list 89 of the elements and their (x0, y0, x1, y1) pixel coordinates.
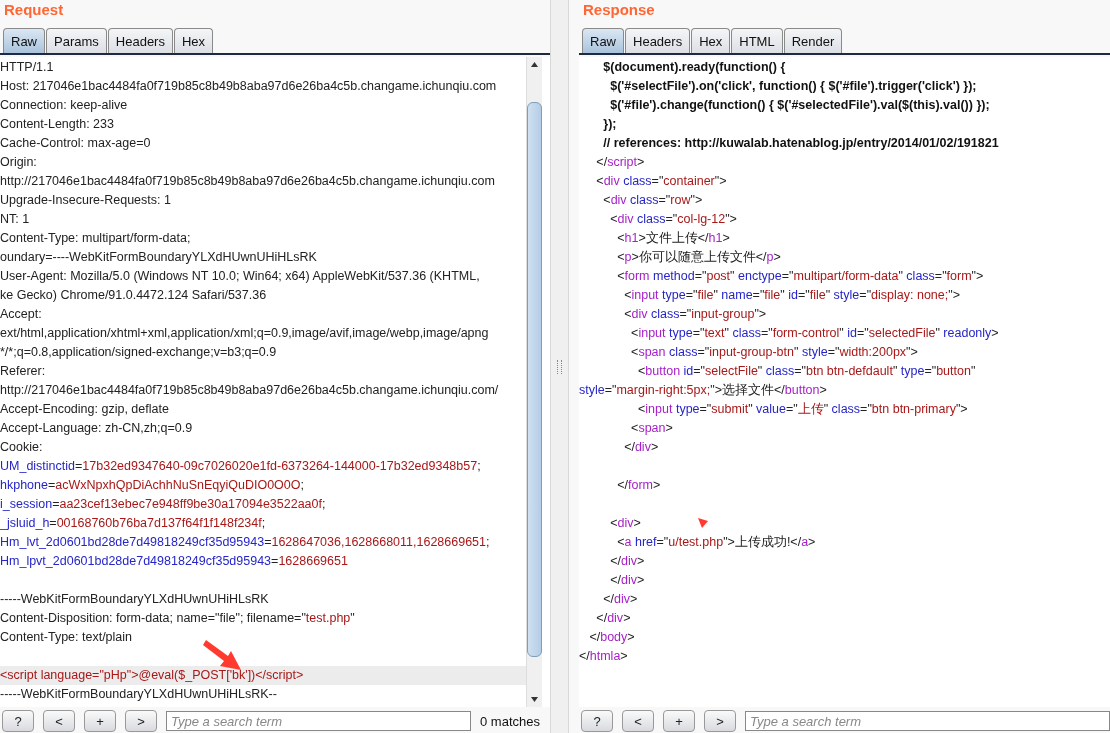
code-line: <span class="input-group-btn" style="width:200px"> (630, 344, 918, 361)
code-line: <span> (630, 420, 673, 437)
code-line: <div class="row"> (602, 192, 703, 209)
code-line: </htmla> (579, 648, 628, 665)
tab[interactable]: Headers (625, 28, 691, 53)
code-line: </div> (602, 591, 638, 608)
code-line: Connection: keep-alive (0, 97, 129, 114)
code-line: <div> (609, 515, 641, 532)
tab[interactable]: Params (46, 28, 107, 53)
search-nav-button[interactable]: ? (2, 710, 34, 732)
code-line: Accept-Encoding: gzip, deflate (0, 401, 170, 418)
code-line: <p>你可以随意上传文件</p> (616, 249, 781, 266)
code-line: NT: 1 (0, 211, 31, 228)
tab[interactable]: Headers (107, 28, 173, 53)
code-line: }); (602, 116, 617, 133)
code-line: Accept-Language: zh-CN,zh;q=0.9 (0, 420, 194, 437)
code-line: HTTP/1.1 (0, 59, 55, 76)
code-line: <button id="selectFile" class="btn btn-defdault" type="button" (637, 363, 976, 380)
code-line: User-Agent: Mozilla/5.0 (Windows NT 10.0; Win64; x64) AppleWebKit/537.36 (KHTML, (0, 268, 481, 285)
code-line: <div class="col-lg-12"> (609, 211, 737, 228)
search-field[interactable]: Type a search term (745, 711, 1110, 731)
panel-title: Request (3, 0, 65, 20)
code-line: <input type="submit" value="上传" class="btn btn-primary"> (637, 401, 968, 418)
code-line: </form> (616, 477, 661, 494)
code-line: -----WebKitFormBoundaryYLXdHUwnUHiHLsRK-- (0, 686, 278, 703)
code-line: Cookie: (0, 439, 44, 456)
code-line: ke Gecko) Chrome/91.0.4472.124 Safari/537.36 (0, 287, 268, 304)
annotation-arrow (698, 518, 708, 528)
tab[interactable]: Raw (3, 28, 45, 53)
code-line: i_session=aa23cef13ebec7e948ff9be30a17094e3522aa0f; (0, 496, 327, 513)
code-line: $(document).ready(function() { (602, 59, 786, 76)
code-line: _jsluid_h=00168760b76ba7d137f64f1f148f234f; (0, 515, 267, 532)
code-line: -----WebKitFormBoundaryYLXdHUwnUHiHLsRK (0, 591, 270, 608)
search-field[interactable]: Type a search term (166, 711, 471, 731)
search-nav-button[interactable]: + (663, 710, 695, 732)
code-line: </div> (595, 610, 631, 627)
tab[interactable]: Hex (173, 28, 214, 53)
code-line: </script> (595, 154, 645, 171)
code-line: $('#selectFile').on('click', function() { $('#file').trigger('click') }); (609, 78, 977, 95)
search-nav-button[interactable]: + (84, 710, 116, 732)
tab[interactable]: Render (783, 28, 843, 53)
code-line: $('#file').change(function() { $('#selectedFile').val($(this).val()) }); (609, 97, 990, 114)
code-line: style="margin-right:5px;">选择文件</button> (579, 382, 827, 399)
code-line: <h1>文件上传</h1> (616, 230, 730, 247)
match-count: 0 matches (480, 713, 540, 729)
code-line: http://217046e1bac4484fa0f719b85c8b49b8aba97d6e26ba4c5b.changame.ichunqiu.com (0, 173, 496, 190)
code-line: Referer: (0, 363, 47, 380)
code-line: Hm_lpvt_2d0601bd28de7d49818249cf35d95943=1628669651 (0, 553, 349, 570)
code-line: <input type="file" name="file" id="file" style="display: none;"> (623, 287, 960, 304)
search-nav-button[interactable]: > (704, 710, 736, 732)
search-nav-button[interactable]: > (125, 710, 157, 732)
code-line: </body> (588, 629, 635, 646)
code-line: hkphone=acWxNpxhQpDiAchhNuSnEqyiQuDIO0O0O; (0, 477, 305, 494)
code-line: <input type="text" class="form-control" id="selectedFile" readonly> (630, 325, 999, 342)
panel-title: Response (582, 0, 656, 20)
code-line: Host: 217046e1bac4484fa0f719b85c8b49b8aba97d6e26ba4c5b.changame.ichunqiu.com (0, 78, 498, 95)
code-line: </div> (609, 572, 645, 589)
code-line: </div> (623, 439, 659, 456)
tab[interactable]: HTML (731, 28, 783, 53)
code-line: // references: http://kuwalab.hatenablog.jp/entry/2014/01/02/191821 (602, 135, 999, 152)
code-line: <div class="input-group"> (623, 306, 767, 323)
annotation-arrow (203, 640, 241, 670)
text-editor[interactable] (579, 57, 1110, 707)
code-line: ext/html,application/xhtml+xml,application/xml;q=0.9,image/avif,image/webp,image/apng (0, 325, 490, 342)
code-line: Content-Type: text/plain (0, 629, 134, 646)
splitter-handle[interactable] (557, 359, 562, 374)
code-line: Origin: (0, 154, 38, 171)
code-line: Content-Length: 233 (0, 116, 115, 133)
code-line: Content-Type: multipart/form-data; (0, 230, 192, 247)
code-line: http://217046e1bac4484fa0f719b85c8b49b8aba97d6e26ba4c5b.changame.ichunqiu.com/ (0, 382, 500, 399)
code-line: Content-Disposition: form-data; name="file"; filename="test.php" (0, 610, 356, 627)
search-nav-button[interactable]: < (622, 710, 654, 732)
code-line: <div class="container"> (595, 173, 727, 190)
search-nav-button[interactable]: ? (581, 710, 613, 732)
code-line: UM_distinctid=17b32ed9347640-09c7026020e1fd-6373264-144000-17b32ed9348b57; (0, 458, 482, 475)
code-line: </div> (609, 553, 645, 570)
code-line: */*;q=0.8,application/signed-exchange;v=b3;q=0.9 (0, 344, 278, 361)
code-line: Cache-Control: max-age=0 (0, 135, 152, 152)
search-nav-button[interactable]: < (43, 710, 75, 732)
tab[interactable]: Raw (582, 28, 624, 53)
code-line: <form method="post" enctype="multipart/form-data" class="form"> (616, 268, 984, 285)
scrollbar[interactable] (526, 57, 542, 707)
code-line: oundary=----WebKitFormBoundaryYLXdHUwnUHiHLsRK (0, 249, 318, 266)
code-line: <a href="u/test.php">上传成功!</a> (616, 534, 816, 551)
code-line: Hm_lvt_2d0601bd28de7d49818249cf35d95943=1628647036,1628668011,1628669651; (0, 534, 491, 551)
text-editor[interactable] (0, 57, 550, 707)
code-line: Upgrade-Insecure-Requests: 1 (0, 192, 172, 209)
tab[interactable]: Hex (691, 28, 731, 53)
code-line: Accept: (0, 306, 43, 323)
